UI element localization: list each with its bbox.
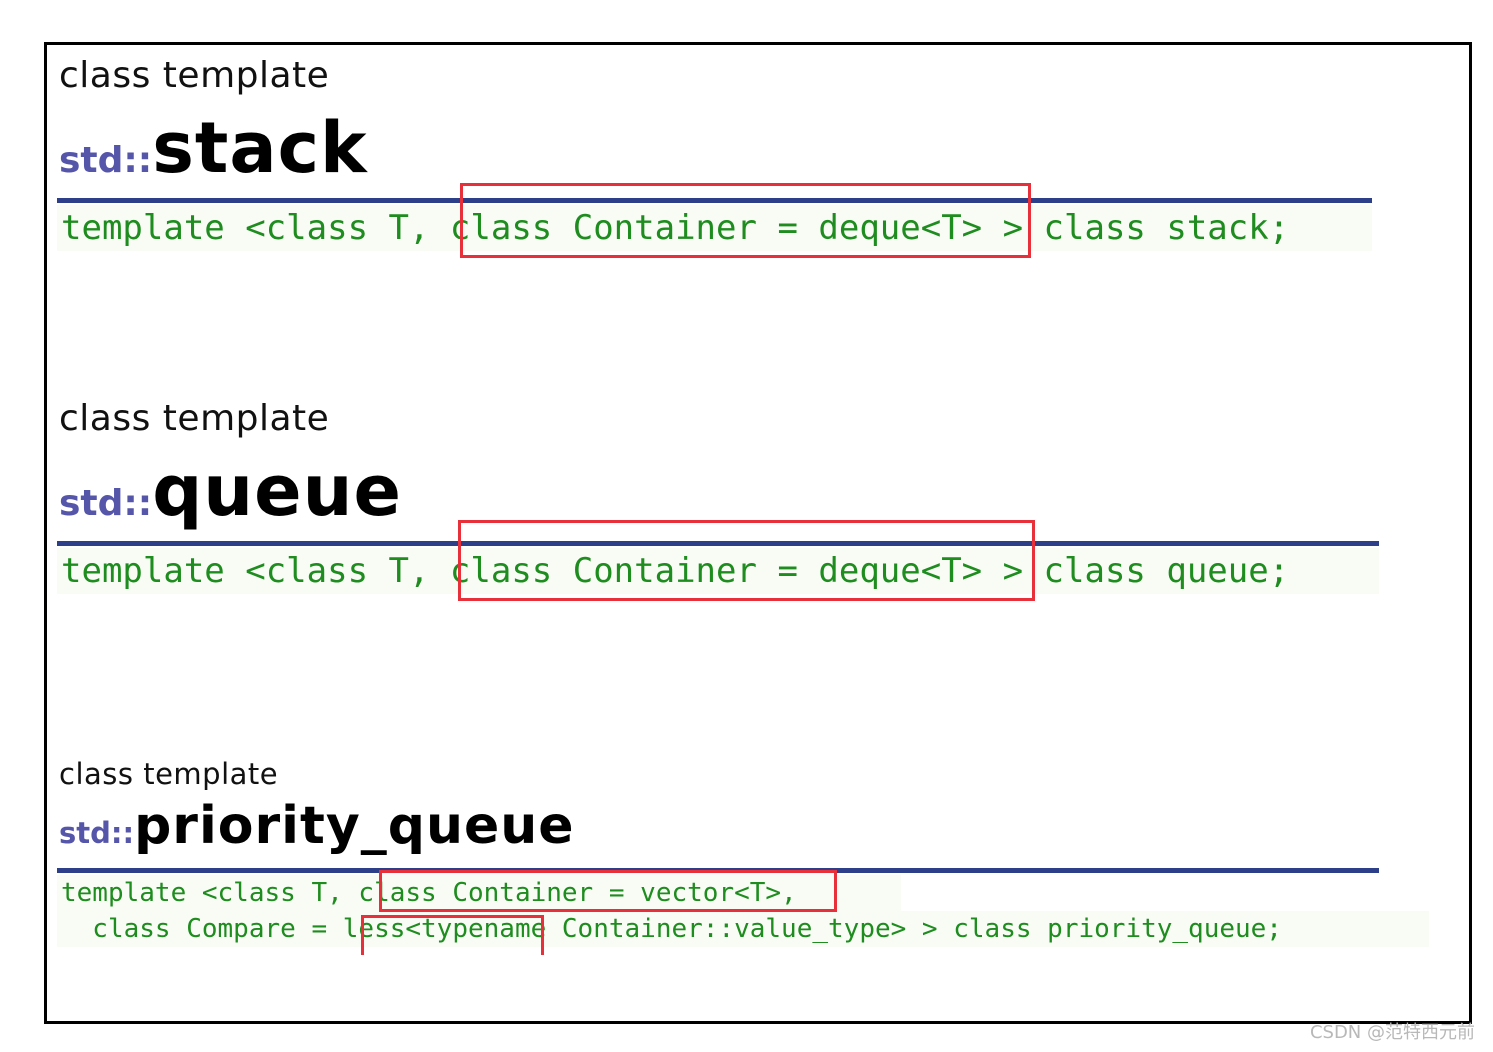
section-kind: class template — [59, 398, 330, 439]
class-name: queue — [152, 450, 402, 532]
highlight-box-partial — [361, 915, 544, 955]
document-frame: class template std::stack template <clas… — [44, 42, 1472, 1024]
class-title: std::queue — [59, 456, 402, 526]
template-declaration-line-2: class Compare = less<typename Container:… — [57, 911, 1429, 947]
class-title: std::priority_queue — [59, 800, 575, 852]
namespace-prefix: std:: — [59, 140, 153, 181]
namespace-prefix: std:: — [59, 483, 153, 524]
section-kind: class template — [59, 55, 330, 96]
namespace-prefix: std:: — [59, 816, 135, 850]
watermark: CSDN @范特西元前 — [1309, 1022, 1475, 1043]
class-name: stack — [152, 107, 368, 189]
highlight-box — [460, 183, 1031, 258]
highlight-box — [379, 870, 837, 912]
section-kind: class template — [59, 757, 279, 791]
highlight-box — [458, 520, 1035, 601]
class-title: std::stack — [59, 113, 368, 183]
class-name: priority_queue — [134, 796, 575, 856]
